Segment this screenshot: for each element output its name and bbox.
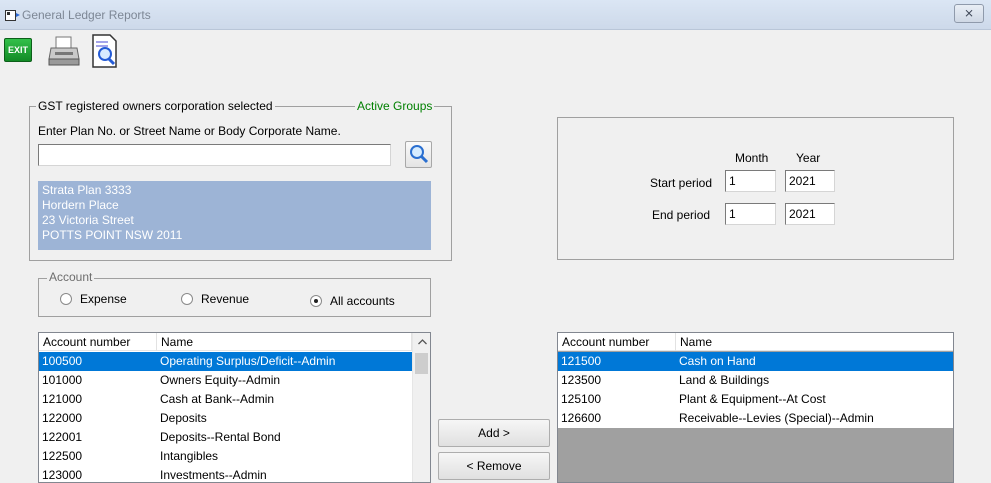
account-number-cell: 122500 (42, 449, 83, 463)
available-accounts-list[interactable]: Account number Name 100500 Operating Surp… (38, 332, 431, 483)
start-year-input[interactable]: 2021 (785, 170, 835, 192)
account-number-cell: 126600 (561, 411, 602, 425)
start-period-label: Start period (650, 176, 713, 190)
add-button[interactable]: Add > (438, 419, 550, 447)
table-row[interactable]: 122001 Deposits--Rental Bond (39, 428, 412, 447)
account-name-cell: Cash on Hand (679, 354, 756, 368)
table-row[interactable]: 123500 Land & Buildings (558, 371, 953, 390)
end-year-input[interactable]: 2021 (785, 203, 835, 225)
title-bar: General Ledger Reports ⨯ (0, 0, 991, 30)
column-header-name[interactable]: Name (157, 333, 412, 351)
column-header-account-number[interactable]: Account number (558, 333, 676, 351)
address-line: POTTS POINT NSW 2011 (42, 228, 183, 242)
column-header-account-number[interactable]: Account number (39, 333, 157, 351)
search-icon (410, 145, 429, 164)
account-name-cell: Investments--Admin (160, 468, 267, 482)
close-icon: ⨯ (963, 6, 975, 20)
table-row[interactable]: 122000 Deposits (39, 409, 412, 428)
scroll-thumb[interactable] (415, 353, 428, 374)
close-button[interactable]: ⨯ (954, 4, 984, 23)
account-name-cell: Deposits (160, 411, 207, 425)
address-line: Hordern Place (42, 198, 119, 212)
account-name-cell: Receivable--Levies (Special)--Admin (679, 411, 874, 425)
column-header-name[interactable]: Name (676, 333, 953, 351)
selected-rows: 121500 Cash on Hand 123500 Land & Buildings… (558, 352, 953, 428)
account-number-cell: 121000 (42, 392, 83, 406)
account-name-cell: Deposits--Rental Bond (160, 430, 281, 444)
search-button[interactable] (405, 141, 432, 168)
end-month-input[interactable]: 1 (725, 203, 776, 225)
table-row[interactable]: 100500 Operating Surplus/Deficit--Admin (39, 352, 412, 371)
owners-group-legend: GST registered owners corporation select… (36, 99, 275, 113)
account-name-cell: Land & Buildings (679, 373, 770, 387)
table-row[interactable]: 101000 Owners Equity--Admin (39, 371, 412, 390)
available-list-scrollbar[interactable] (412, 333, 430, 482)
account-name-cell: Plant & Equipment--At Cost (679, 392, 826, 406)
print-preview-button[interactable] (86, 33, 122, 69)
account-name-cell: Cash at Bank--Admin (160, 392, 275, 406)
start-month-input[interactable]: 1 (725, 170, 776, 192)
plan-search-input[interactable] (38, 144, 391, 166)
radio-all-accounts-indicator (310, 295, 322, 307)
remove-button[interactable]: < Remove (438, 452, 550, 480)
radio-all-accounts-label: All accounts (330, 294, 395, 308)
account-name-cell: Intangibles (160, 449, 219, 463)
table-row[interactable]: 121500 Cash on Hand (558, 352, 953, 371)
radio-expense-indicator (60, 293, 72, 305)
account-filter-legend: Account (47, 270, 95, 284)
account-number-cell: 121500 (561, 354, 602, 368)
window-title: General Ledger Reports (22, 8, 151, 22)
account-number-cell: 122001 (42, 430, 83, 444)
print-preview-icon (92, 34, 117, 68)
list-header: Account number Name (558, 333, 953, 351)
account-number-cell: 101000 (42, 373, 83, 387)
selected-accounts-list[interactable]: Account number Name 121500 Cash on Hand 12… (557, 332, 954, 483)
account-name-cell: Operating Surplus/Deficit--Admin (160, 354, 336, 368)
print-button[interactable] (46, 33, 82, 69)
month-label: Month (735, 151, 769, 165)
radio-revenue-indicator (181, 293, 193, 305)
table-row[interactable]: 122500 Intangibles (39, 447, 412, 466)
year-label: Year (796, 151, 821, 165)
search-prompt: Enter Plan No. or Street Name or Body Co… (38, 124, 341, 138)
table-row[interactable]: 123000 Investments--Admin (39, 466, 412, 482)
printer-icon (48, 36, 80, 66)
account-number-cell: 123500 (561, 373, 602, 387)
account-number-cell: 122000 (42, 411, 83, 425)
account-number-cell: 100500 (42, 354, 83, 368)
account-number-cell: 123000 (42, 468, 83, 482)
table-row[interactable]: 126600 Receivable--Levies (Special)--Admi… (558, 409, 953, 428)
account-name-cell: Owners Equity--Admin (160, 373, 281, 387)
selected-corporation-address: Strata Plan 3333 Hordern Place 23 Victor… (38, 181, 431, 250)
table-row[interactable]: 121000 Cash at Bank--Admin (39, 390, 412, 409)
end-period-label: End period (652, 208, 711, 222)
list-header: Account number Name (39, 333, 412, 351)
active-groups-link[interactable]: Active Groups (355, 99, 435, 113)
app-icon (5, 10, 20, 21)
radio-revenue-label: Revenue (201, 292, 250, 306)
exit-button[interactable]: EXIT (4, 38, 32, 62)
table-row[interactable]: 125100 Plant & Equipment--At Cost (558, 390, 953, 409)
address-line: Strata Plan 3333 (42, 183, 132, 197)
scroll-up-icon[interactable] (418, 339, 427, 345)
radio-expense-label: Expense (80, 292, 127, 306)
account-number-cell: 125100 (561, 392, 602, 406)
address-line: 23 Victoria Street (42, 213, 134, 227)
available-rows: 100500 Operating Surplus/Deficit--Admin 10… (39, 352, 412, 482)
